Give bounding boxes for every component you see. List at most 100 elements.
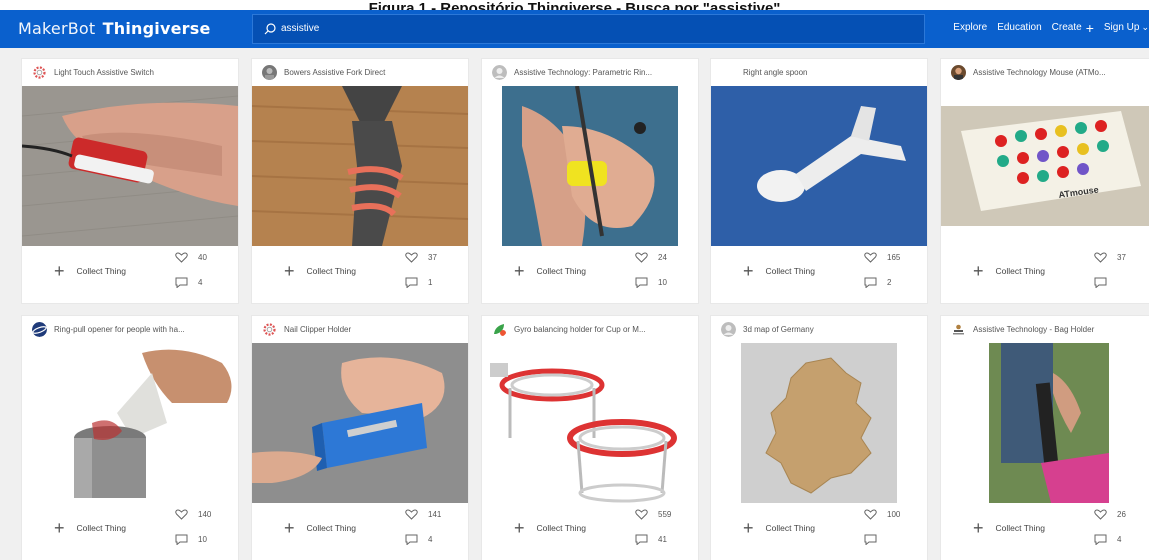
like-count[interactable]: 165	[864, 252, 900, 263]
collect-thing-button[interactable]: + Collect Thing	[284, 262, 356, 280]
like-count[interactable]: 26	[1094, 509, 1126, 520]
plus-icon: +	[973, 261, 984, 281]
likes-value: 141	[428, 510, 442, 519]
card-title[interactable]: Ring-pull opener for people with ha...	[54, 325, 230, 334]
thing-card[interactable]: Right angle spoon + Collect Thing 165 2	[711, 59, 927, 303]
thing-image[interactable]	[711, 343, 927, 503]
comment-count[interactable]: 10	[635, 277, 667, 288]
collect-thing-button[interactable]: + Collect Thing	[743, 262, 815, 280]
comment-count[interactable]: 1	[405, 277, 432, 288]
like-count[interactable]: 100	[864, 509, 900, 520]
comment-count[interactable]: 41	[635, 534, 667, 545]
card-title[interactable]: Assistive Technology Mouse (ATMo...	[973, 68, 1149, 77]
heart-icon	[1094, 509, 1107, 520]
gear-avatar-icon	[33, 66, 46, 79]
plus-icon: +	[514, 261, 525, 281]
plus-icon: +	[54, 518, 65, 538]
comment-count[interactable]: 4	[405, 534, 432, 545]
results-grid: Light Touch Assistive Switch + Collect Th…	[0, 48, 1149, 560]
card-title[interactable]: Assistive Technology: Parametric Rin...	[514, 68, 690, 77]
card-title[interactable]: Assistive Technology - Bag Holder	[973, 325, 1149, 334]
comment-count[interactable]: 10	[175, 534, 207, 545]
nav-explore[interactable]: Explore	[953, 22, 987, 33]
thing-card[interactable]: Assistive Technology - Bag Holder + Colle…	[941, 316, 1149, 560]
collect-thing-button[interactable]: + Collect Thing	[973, 519, 1045, 537]
comments-value: 2	[887, 278, 892, 287]
thing-card[interactable]: 3d map of Germany + Collect Thing 100	[711, 316, 927, 560]
collect-thing-button[interactable]: + Collect Thing	[514, 261, 586, 281]
thing-image[interactable]	[482, 86, 698, 246]
collect-label: Collect Thing	[995, 523, 1045, 533]
heart-icon	[405, 252, 418, 263]
card-title[interactable]: Nail Clipper Holder	[284, 325, 460, 334]
card-footer: + Collect Thing 37	[941, 249, 1149, 303]
comment-icon	[635, 277, 648, 288]
card-footer: + Collect Thing 40 4	[22, 249, 238, 303]
collect-thing-button[interactable]: + Collect Thing	[54, 261, 126, 281]
nav-create[interactable]: Create +	[1051, 21, 1094, 35]
plus-icon: +	[54, 261, 65, 281]
like-count[interactable]: 37	[405, 252, 437, 263]
default-user-avatar	[492, 65, 507, 80]
collect-thing-button[interactable]: + Collect Thing	[54, 518, 126, 538]
card-title[interactable]: Gyro balancing holder for Cup or M...	[514, 325, 690, 334]
nav-create-label: Create	[1051, 22, 1082, 33]
comment-count[interactable]: 4	[1094, 534, 1121, 545]
comment-count[interactable]: 2	[864, 277, 891, 288]
like-count[interactable]: 37	[1094, 252, 1126, 263]
card-header: Bowers Assistive Fork Direct	[252, 59, 468, 86]
likes-value: 37	[1117, 253, 1126, 262]
card-title[interactable]: Bowers Assistive Fork Direct	[284, 68, 460, 77]
like-count[interactable]: 140	[175, 509, 211, 520]
thing-card[interactable]: Light Touch Assistive Switch + Collect Th…	[22, 59, 238, 303]
thing-card[interactable]: Nail Clipper Holder + Collect Thing 141 4	[252, 316, 468, 560]
planet-avatar	[32, 322, 47, 337]
likes-value: 37	[428, 253, 437, 262]
thing-image[interactable]	[711, 86, 927, 246]
collect-thing-button[interactable]: + Collect Thing	[514, 519, 586, 537]
likes-value: 24	[658, 253, 667, 262]
thing-card[interactable]: Ring-pull opener for people with ha... +…	[22, 316, 238, 560]
heart-icon	[405, 509, 418, 520]
like-count[interactable]: 24	[635, 252, 667, 263]
thing-image[interactable]	[252, 343, 468, 503]
thing-image[interactable]	[941, 343, 1149, 503]
thing-card[interactable]: Gyro balancing holder for Cup or M... + C…	[482, 316, 698, 560]
nav-signup[interactable]: Sign Up ⌄	[1104, 22, 1149, 33]
comment-count[interactable]	[1094, 277, 1117, 288]
collect-thing-button[interactable]: + Collect Thing	[973, 261, 1045, 281]
likes-value: 140	[198, 510, 212, 519]
card-header: Assistive Technology: Parametric Rin...	[482, 59, 698, 86]
heart-icon	[635, 252, 648, 263]
thing-image[interactable]	[252, 86, 468, 246]
collect-label: Collect Thing	[306, 266, 356, 276]
comment-count[interactable]: 4	[175, 277, 202, 288]
nav-education[interactable]: Education	[997, 22, 1041, 33]
card-footer: + Collect Thing 559 41	[482, 506, 698, 560]
like-count[interactable]: 141	[405, 509, 441, 520]
likes-value: 559	[658, 510, 672, 519]
thing-image[interactable]	[22, 86, 238, 246]
search-input[interactable]: assistive	[281, 23, 319, 34]
heart-icon	[864, 252, 877, 263]
card-title[interactable]: Right angle spoon	[743, 68, 919, 77]
thing-image[interactable]	[22, 343, 238, 503]
logo[interactable]: MakerBot Thingiverse	[18, 19, 211, 38]
card-title[interactable]: Light Touch Assistive Switch	[54, 68, 230, 77]
collect-thing-button[interactable]: + Collect Thing	[743, 519, 815, 537]
chevron-down-icon: ⌄	[1141, 22, 1149, 32]
like-count[interactable]: 559	[635, 509, 671, 520]
comment-count[interactable]	[864, 534, 887, 545]
thing-image[interactable]: ATmouse	[941, 86, 1149, 246]
heart-icon	[175, 252, 188, 263]
search-field[interactable]: assistive	[252, 14, 925, 44]
thing-card[interactable]: Assistive Technology Mouse (ATMo... ATmo…	[941, 59, 1149, 303]
collect-thing-button[interactable]: + Collect Thing	[284, 519, 356, 537]
comments-value: 1	[428, 278, 433, 287]
thing-card[interactable]: Bowers Assistive Fork Direct + Collect Th…	[252, 59, 468, 303]
comment-icon	[175, 534, 188, 545]
thing-card[interactable]: Assistive Technology: Parametric Rin... …	[482, 59, 698, 303]
like-count[interactable]: 40	[175, 252, 207, 263]
thing-image[interactable]	[482, 343, 698, 503]
card-title[interactable]: 3d map of Germany	[743, 325, 919, 334]
